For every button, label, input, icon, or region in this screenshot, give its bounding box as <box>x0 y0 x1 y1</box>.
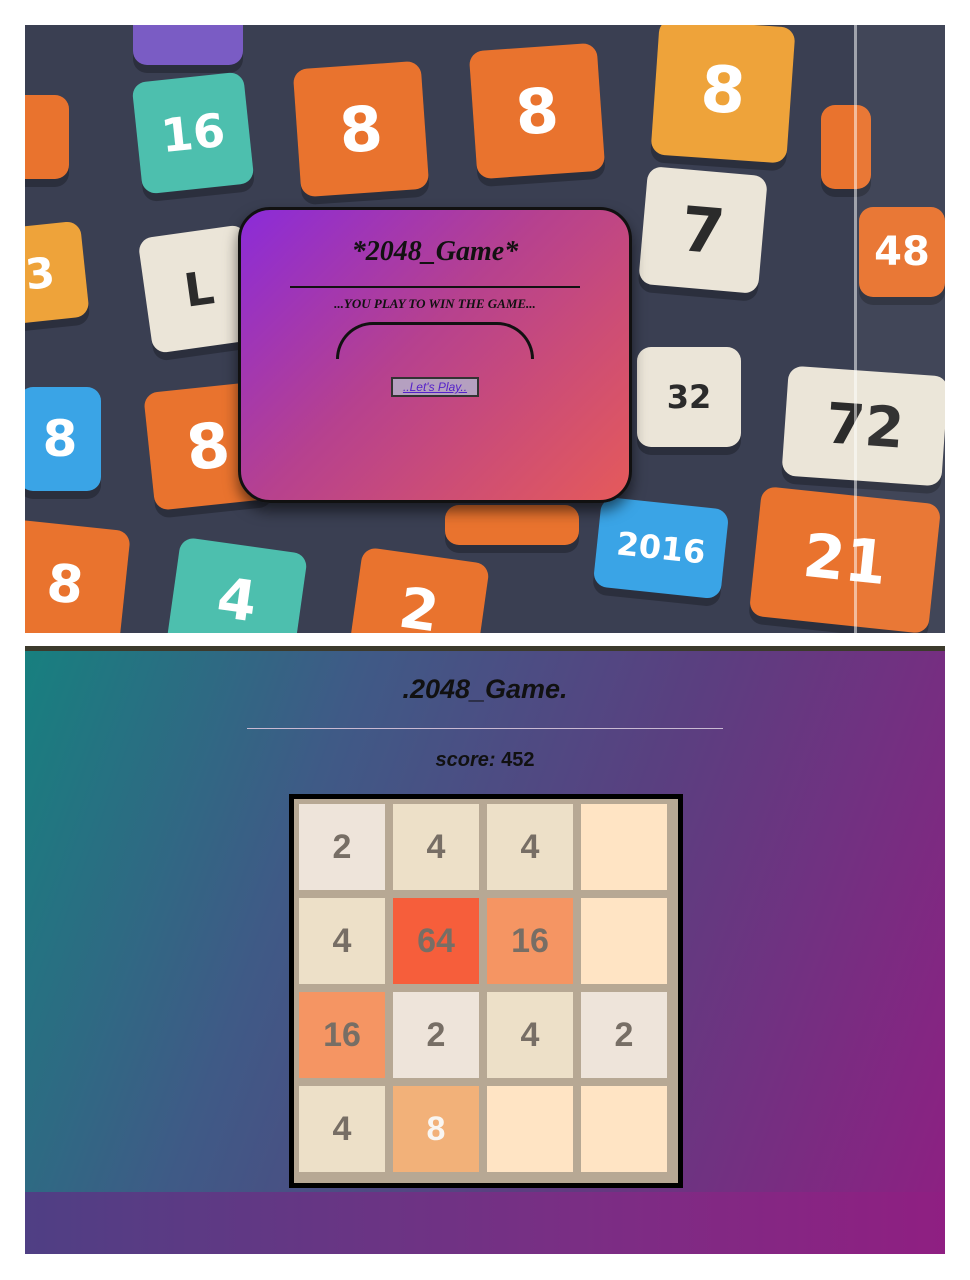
background-tile: 16 <box>131 71 255 195</box>
splash-divider <box>290 286 580 288</box>
background-strip <box>854 25 945 633</box>
background-tile: 8 <box>25 387 101 491</box>
tile-16: 16 <box>299 992 385 1078</box>
tile-4: 4 <box>299 898 385 984</box>
tile-2: 2 <box>299 804 385 890</box>
tile-16: 16 <box>487 898 573 984</box>
score-value: 452 <box>501 749 535 771</box>
background-tile: 2 <box>347 546 491 633</box>
game-title: .2048_Game. <box>402 674 568 704</box>
background-tile-decor <box>133 25 243 65</box>
lets-play-button[interactable]: ..Let's Play.. <box>390 377 480 397</box>
tile-2: 2 <box>581 992 667 1078</box>
background-tile: 7 <box>638 165 768 295</box>
background-tile: 2016 <box>592 496 730 600</box>
splash-tagline: ...YOU PLAY TO WIN THE GAME... <box>334 296 536 311</box>
background-tile: 8 <box>292 60 430 198</box>
top-border <box>25 646 945 651</box>
background-tile: 8 <box>468 42 606 180</box>
title-divider <box>247 728 723 729</box>
splash-screen: 16 8 8 8 7 3 L 48 8 8 32 72 2016 21 8 4 2 *2048_Game* ..… <box>25 25 945 633</box>
empty-cell <box>581 1086 667 1172</box>
tile-4: 4 <box>487 804 573 890</box>
splash-card: *2048_Game* ...YOU PLAY TO WIN THE GAME.… <box>238 207 632 503</box>
tile-4: 4 <box>393 804 479 890</box>
empty-cell <box>487 1086 573 1172</box>
background-tile-decor <box>445 505 579 545</box>
background-tile: 8 <box>650 25 796 164</box>
tile-2: 2 <box>393 992 479 1078</box>
score-display: score: 452 <box>25 749 945 772</box>
tile-64: 64 <box>393 898 479 984</box>
empty-cell <box>581 898 667 984</box>
background-tile: 32 <box>637 347 741 447</box>
game-board[interactable]: 2 4 4 4 64 16 16 2 4 2 4 8 <box>289 794 683 1188</box>
bottom-bar <box>25 1192 945 1254</box>
score-label: score: <box>435 749 496 771</box>
background-tile: 4 <box>165 536 309 633</box>
splash-title: *2048_Game* <box>351 236 519 267</box>
tile-8: 8 <box>393 1086 479 1172</box>
decorative-arc <box>336 322 534 359</box>
game-screen: .2048_Game. score: 452 2 4 4 4 64 16 16 2 4 2 4 8 <box>25 646 945 1254</box>
background-tile-decor <box>25 95 69 179</box>
background-tile: 3 <box>25 220 90 326</box>
empty-cell <box>581 804 667 890</box>
tile-4: 4 <box>299 1086 385 1172</box>
tile-4: 4 <box>487 992 573 1078</box>
background-tile: 8 <box>25 519 131 633</box>
